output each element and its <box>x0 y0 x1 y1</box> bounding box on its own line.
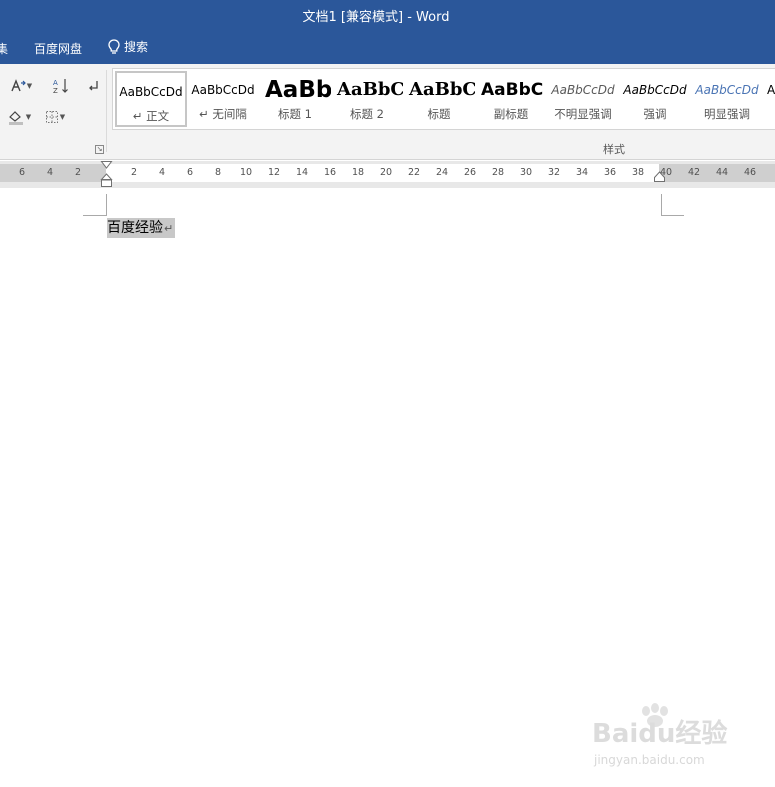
watermark-brand: Baidu经验 <box>592 719 728 749</box>
style-sample: AaBbCcDd <box>695 83 759 97</box>
style-sample: AaBbCcDd <box>191 83 255 97</box>
style-no-spacing[interactable]: AaBbCcDd ↵ 无间隔 <box>187 71 259 127</box>
ruler-number: 24 <box>435 167 449 178</box>
borders-icon <box>45 111 58 123</box>
ruler-number: 28 <box>491 167 505 178</box>
left-indent-marker-icon[interactable] <box>100 161 113 188</box>
style-name: 明显强调 <box>704 107 750 121</box>
ruler-number: 2 <box>130 167 138 178</box>
style-name: 标题 2 <box>350 107 384 121</box>
ruler-number: 42 <box>687 167 701 178</box>
ruler-number: 20 <box>379 167 393 178</box>
style-emphasis[interactable]: AaBbCcDd 强调 <box>619 71 691 127</box>
right-indent-marker-icon[interactable] <box>653 171 666 183</box>
ruler-number: 30 <box>519 167 533 178</box>
chevron-down-icon: ▼ <box>26 82 33 90</box>
style-normal[interactable]: AaBbCcDd ↵ 正文 <box>115 71 187 127</box>
selected-text[interactable]: 百度经验↵ <box>107 218 176 238</box>
style-sample: AaBbCcDd <box>551 83 615 97</box>
chevron-down-icon: ▼ <box>59 113 66 121</box>
ruler-number: 44 <box>715 167 729 178</box>
ruler-number: 26 <box>463 167 477 178</box>
ruler-number: 8 <box>214 167 222 178</box>
style-heading-1[interactable]: AaBb 标题 1 <box>259 71 331 127</box>
style-sample: AaBbC <box>481 80 544 100</box>
text-direction-button[interactable]: ▼ <box>8 75 34 97</box>
tell-me-label: 搜索 <box>124 40 149 54</box>
tell-me-search[interactable]: 搜索 <box>108 38 148 55</box>
svg-text:Z: Z <box>53 87 58 95</box>
style-title[interactable]: AaBbC 标题 <box>403 71 475 127</box>
crop-mark <box>661 215 684 216</box>
borders-button[interactable]: ▼ <box>42 106 68 128</box>
title-bar: 文档1 [兼容模式] - Word <box>0 0 775 30</box>
style-subtle-emphasis[interactable]: AaBbCcDd 不明显强调 <box>547 71 619 127</box>
tab-partial[interactable]: 集 <box>0 40 8 57</box>
baidu-jingyan-watermark: Baidu经验 jingyan.baidu.com <box>592 703 742 773</box>
ruler-number: 36 <box>603 167 617 178</box>
style-name: 副标题 <box>493 107 529 121</box>
document-page[interactable]: 百度经验↵ Baidu经验 jingyan.baidu.com <box>0 188 775 787</box>
paragraph-mark: ↵ <box>164 222 174 235</box>
style-sample: AaBbCcDd <box>623 83 687 97</box>
style-sample: A <box>767 83 775 97</box>
style-heading-2[interactable]: AaBbC 标题 2 <box>331 71 403 127</box>
style-sample: AaBb <box>265 77 331 103</box>
ruler-number: 32 <box>547 167 561 178</box>
ruler-number: 2 <box>74 167 82 178</box>
ruler-number: 46 <box>743 167 757 178</box>
ruler-number: 14 <box>295 167 309 178</box>
svg-text:A: A <box>53 79 58 87</box>
sort-button[interactable]: A Z <box>48 75 74 97</box>
style-name: 强调 <box>643 107 667 121</box>
style-name: 不明显强调 <box>554 107 612 121</box>
shading-icon <box>8 111 23 125</box>
chevron-down-icon: ▼ <box>25 113 32 121</box>
ruler-number: 18 <box>351 167 365 178</box>
style-name: ↵ 正文 <box>132 109 170 123</box>
style-sample: AaBbC <box>409 79 475 100</box>
style-partial[interactable]: A <box>763 71 775 127</box>
ruler-number: 22 <box>407 167 421 178</box>
show-marks-icon <box>89 81 98 91</box>
style-sample: AaBbCcDd <box>119 85 183 99</box>
lightbulb-icon <box>108 38 120 54</box>
style-intense-emphasis[interactable]: AaBbCcDd 明显强调 <box>691 71 763 127</box>
ruler-number: 10 <box>239 167 253 178</box>
style-sample: AaBbC <box>337 79 403 100</box>
group-separator <box>106 70 107 152</box>
document-text: 百度经验 <box>107 220 163 236</box>
style-name: 标题 <box>427 107 451 121</box>
ruler-number: 4 <box>158 167 166 178</box>
ruler-number: 6 <box>186 167 194 178</box>
tab-baidu-netdisk[interactable]: 百度网盘 <box>34 40 82 57</box>
style-subtitle[interactable]: AaBbC 副标题 <box>475 71 547 127</box>
style-name: 标题 1 <box>278 107 312 121</box>
show-formatting-button[interactable] <box>80 75 106 97</box>
styles-gallery: AaBbCcDd ↵ 正文 AaBbCcDd ↵ 无间隔 AaBb 标题 1 A… <box>112 68 775 130</box>
ribbon: ▼ A Z ▼ ▼ ↘ AaBbCcDd ↵ 正文 AaBbCcDd ↵ 无间隔… <box>0 64 775 160</box>
paragraph-dialog-launcher[interactable]: ↘ <box>95 145 104 154</box>
window-title: 文档1 [兼容模式] - Word <box>302 10 450 25</box>
shading-button[interactable]: ▼ <box>6 106 32 128</box>
text-direction-icon <box>11 79 26 92</box>
ribbon-tab-bar: 集 百度网盘 搜索 <box>0 30 775 64</box>
crop-mark <box>83 215 106 216</box>
ruler-number: 38 <box>631 167 645 178</box>
ruler-number: 6 <box>18 167 26 178</box>
ruler-number: 12 <box>267 167 281 178</box>
styles-group-label: 样式 <box>603 143 625 156</box>
watermark-url: jingyan.baidu.com <box>594 753 705 767</box>
ruler-number: 34 <box>575 167 589 178</box>
horizontal-ruler[interactable]: 6 4 2 2 4 6 8 10 12 14 16 18 20 22 24 26… <box>0 161 775 188</box>
ruler-number: 16 <box>323 167 337 178</box>
style-name: ↵ 无间隔 <box>199 107 247 121</box>
crop-mark <box>106 194 107 216</box>
sort-icon: A Z <box>53 79 68 95</box>
ruler-number: 4 <box>46 167 54 178</box>
crop-mark <box>661 194 662 216</box>
